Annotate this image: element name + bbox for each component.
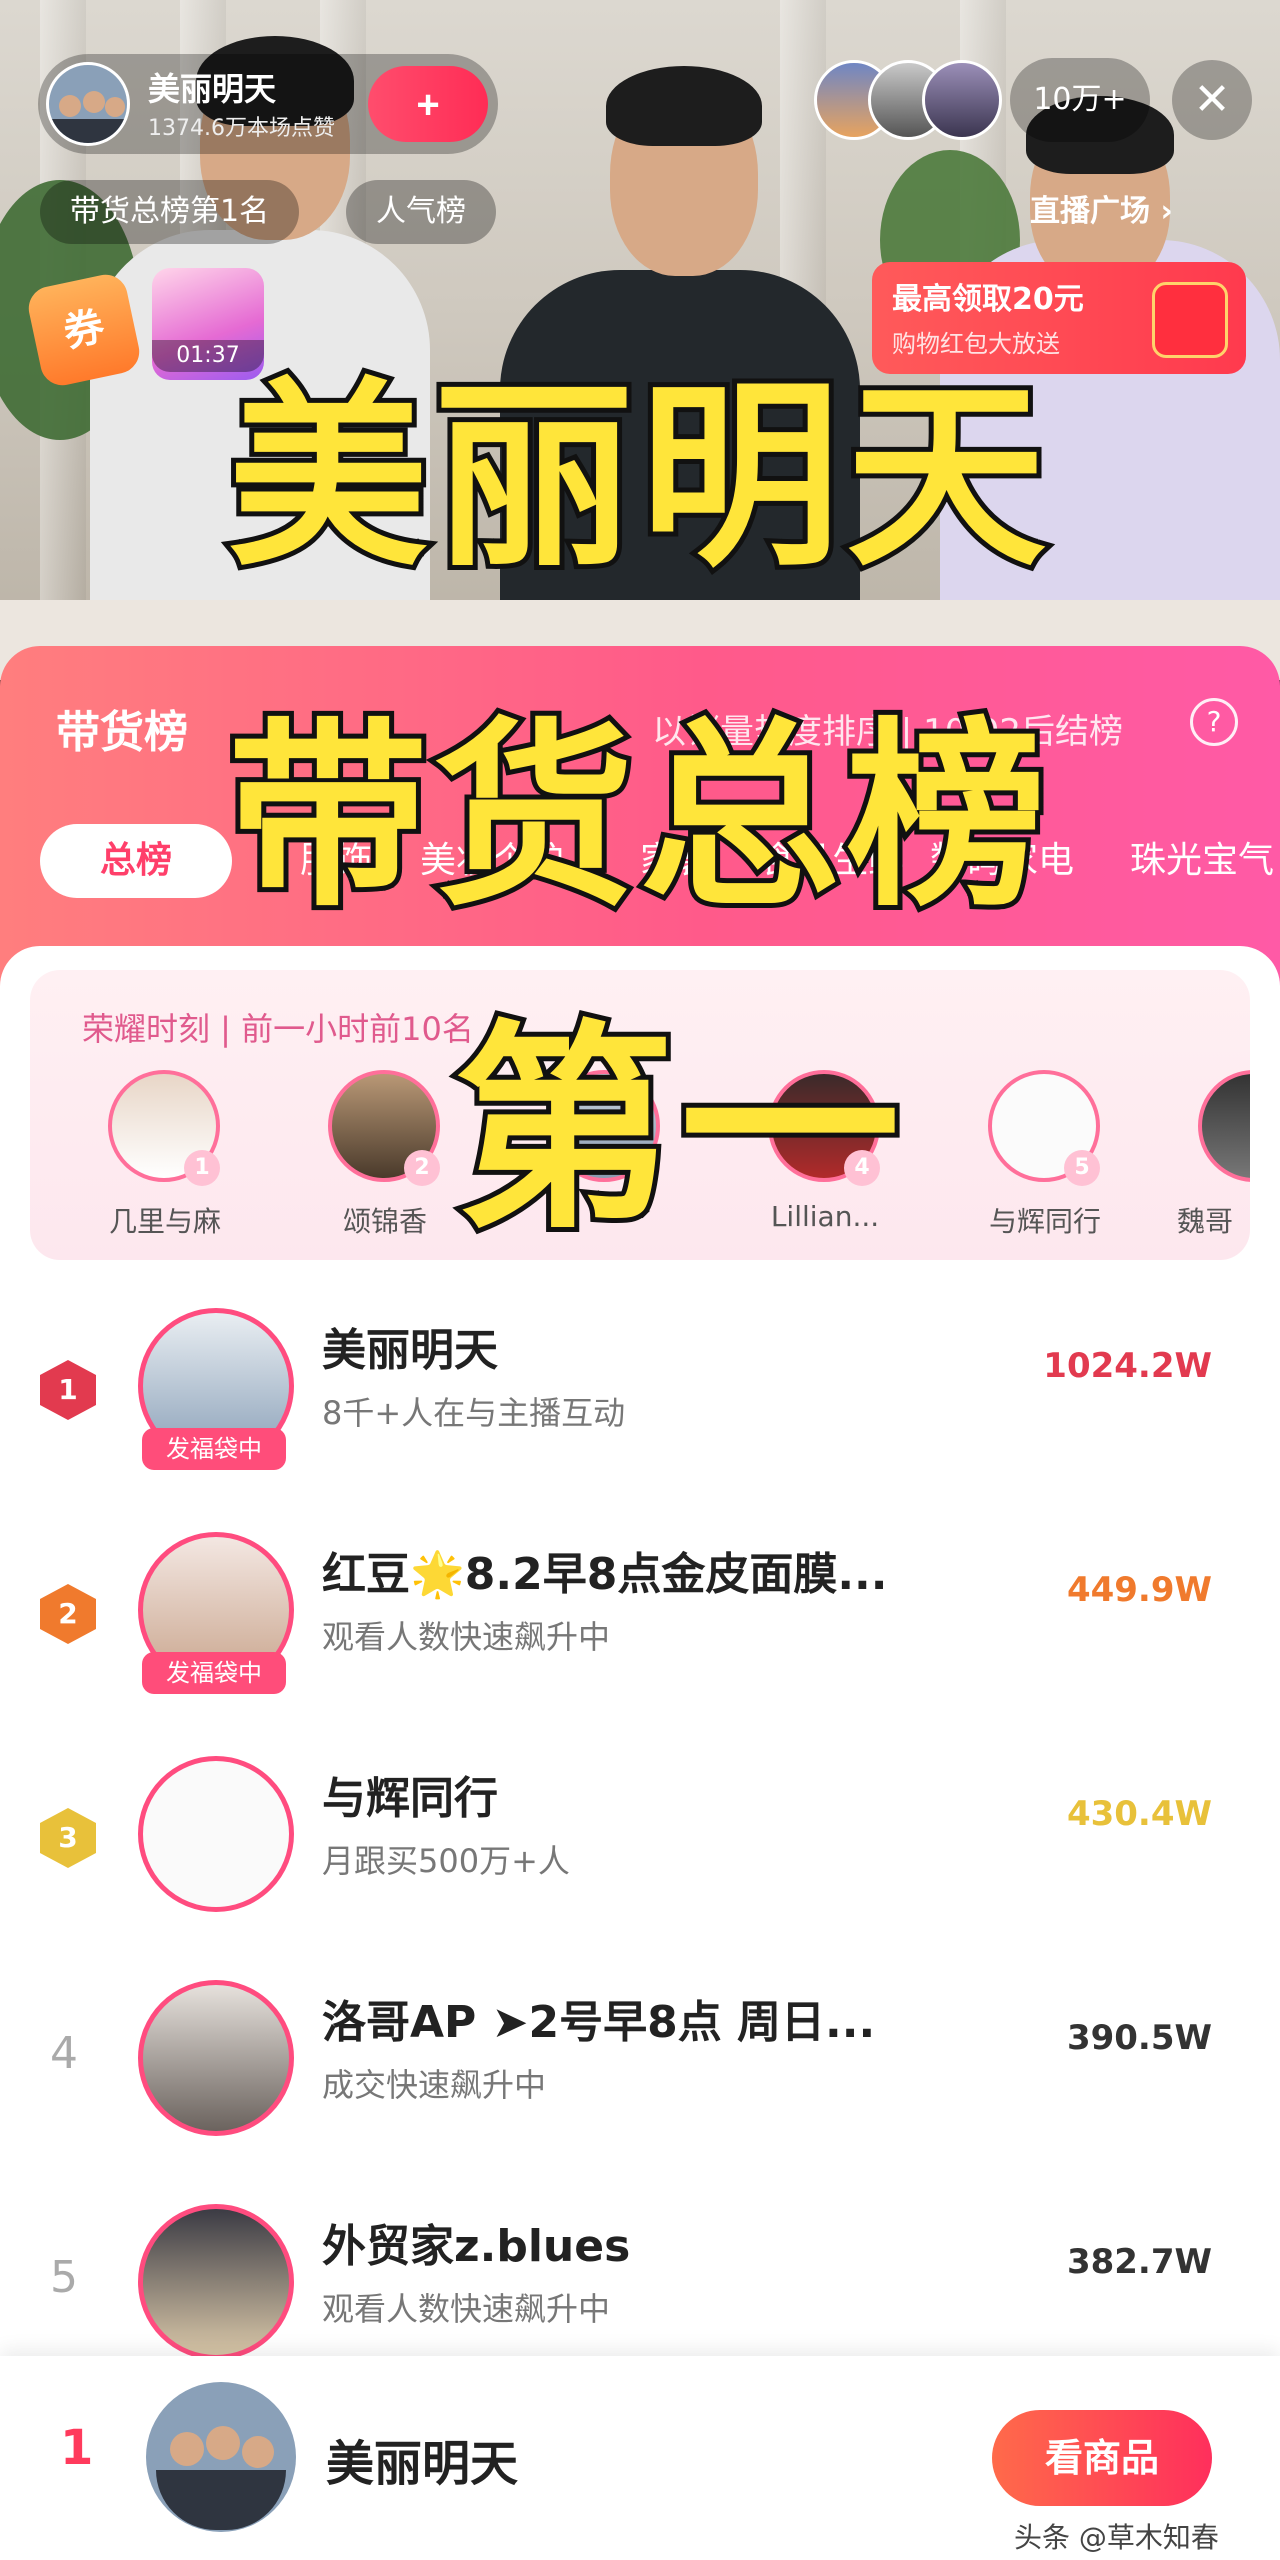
row-avatar bbox=[138, 1980, 294, 2136]
honor-rank-badge: 1 bbox=[184, 1150, 220, 1186]
my-name: 美丽明天 bbox=[326, 2436, 519, 2492]
rank-number: 4 bbox=[50, 2028, 78, 2079]
row-name: 美丽明天 bbox=[322, 1325, 498, 1376]
close-icon[interactable]: ✕ bbox=[1172, 60, 1252, 140]
host-like-count: 1374.6万本场点赞 bbox=[148, 116, 335, 141]
row-subtitle: 8千+人在与主播互动 bbox=[322, 1394, 626, 1432]
lucky-bag-tag: 发福袋中 bbox=[142, 1652, 286, 1694]
host-avatar[interactable] bbox=[46, 62, 130, 146]
viewer-count[interactable]: 10万+ bbox=[1010, 58, 1150, 142]
honor-rank-badge: 5 bbox=[1064, 1150, 1100, 1186]
overlay-caption: 带货总榜 bbox=[223, 701, 1052, 934]
coupon-icon[interactable]: 券 bbox=[24, 270, 144, 390]
overlay-caption: 美丽明天 bbox=[223, 361, 1052, 594]
host-info-pill[interactable]: 美丽明天 1374.6万本场点赞 + bbox=[38, 54, 498, 154]
rank-badge: 2 bbox=[40, 1584, 96, 1644]
viewer-avatar[interactable] bbox=[922, 60, 1002, 140]
honor-name: 几里与麻 bbox=[108, 1205, 221, 1238]
leaderboard-row[interactable]: 3 与辉同行 月跟买500万+人 430.4W bbox=[0, 1734, 1280, 1958]
red-packet-title: 最高领取20元 bbox=[892, 282, 1084, 317]
honor-avatar bbox=[1198, 1070, 1250, 1182]
row-name: 外贸家z.blues bbox=[322, 2221, 631, 2272]
red-packet-banner[interactable]: 最高领取20元 购物红包大放送 bbox=[872, 262, 1246, 374]
rank-number: 5 bbox=[50, 2252, 78, 2303]
help-icon[interactable]: ? bbox=[1190, 698, 1238, 746]
rank-badge: 1 bbox=[40, 1360, 96, 1420]
red-envelope-icon bbox=[1152, 282, 1228, 358]
leaderboard-title: 带货榜 bbox=[56, 707, 188, 758]
red-packet-subtitle: 购物红包大放送 bbox=[892, 330, 1060, 358]
row-sales-value: 430.4W bbox=[1066, 1794, 1212, 1834]
honor-name: 与辉同行 bbox=[988, 1205, 1101, 1238]
follow-button[interactable]: + bbox=[368, 66, 488, 142]
lucky-bag-tag: 发福袋中 bbox=[142, 1428, 286, 1470]
watermark: 头条 @草木知春 bbox=[1014, 2521, 1219, 2554]
rank-tag[interactable]: 带货总榜第1名 bbox=[40, 180, 300, 244]
row-avatar bbox=[138, 1756, 294, 1912]
leaderboard-row[interactable]: 4 洛哥AP ➤2号早8点 周日... 成交快速飙升中 390.5W bbox=[0, 1958, 1280, 2182]
leaderboard-row[interactable]: 1 发福袋中 美丽明天 8千+人在与主播互动 1024.2W bbox=[0, 1286, 1280, 1510]
row-subtitle: 观看人数快速飙升中 bbox=[322, 1618, 611, 1656]
rank-badge: 3 bbox=[40, 1808, 96, 1868]
honor-name: 魏哥 bbox=[1176, 1205, 1233, 1238]
live-plaza-link[interactable]: 直播广场 › bbox=[1030, 180, 1173, 244]
popular-tag[interactable]: 人气榜 bbox=[346, 180, 496, 244]
tab-category[interactable]: 珠光宝气 bbox=[1130, 824, 1274, 898]
row-sales-value: 1024.2W bbox=[1043, 1346, 1212, 1386]
row-name: 洛哥AP ➤2号早8点 周日... bbox=[322, 1997, 876, 2048]
my-rank-number: 1 bbox=[60, 2420, 94, 2476]
row-sales-value: 390.5W bbox=[1066, 2018, 1212, 2058]
row-subtitle: 月跟买500万+人 bbox=[322, 1842, 570, 1880]
view-products-button[interactable]: 看商品 bbox=[992, 2410, 1212, 2506]
row-avatar bbox=[138, 2204, 294, 2360]
row-sales-value: 382.7W bbox=[1066, 2242, 1212, 2282]
overlay-caption: 第一 bbox=[449, 1002, 906, 1258]
row-sales-value: 449.9W bbox=[1066, 1570, 1212, 1610]
row-subtitle: 观看人数快速飙升中 bbox=[322, 2290, 611, 2328]
row-name: 红豆🌟8.2早8点金皮面膜... bbox=[322, 1549, 888, 1600]
leaderboard-row[interactable]: 2 发福袋中 红豆🌟8.2早8点金皮面膜... 观看人数快速飙升中 449.9W bbox=[0, 1510, 1280, 1734]
row-name: 与辉同行 bbox=[322, 1773, 498, 1824]
honor-item[interactable]: 魏哥 bbox=[1160, 1070, 1250, 1240]
honor-item[interactable]: 1 几里与麻 bbox=[70, 1070, 250, 1240]
row-subtitle: 成交快速飙升中 bbox=[322, 2066, 547, 2104]
my-avatar bbox=[146, 2382, 296, 2532]
honor-label: 荣耀时刻 | 前一小时前10名 bbox=[82, 1010, 474, 1048]
host-name: 美丽明天 bbox=[148, 70, 277, 108]
honor-item[interactable]: 5 与辉同行 bbox=[950, 1070, 1130, 1240]
